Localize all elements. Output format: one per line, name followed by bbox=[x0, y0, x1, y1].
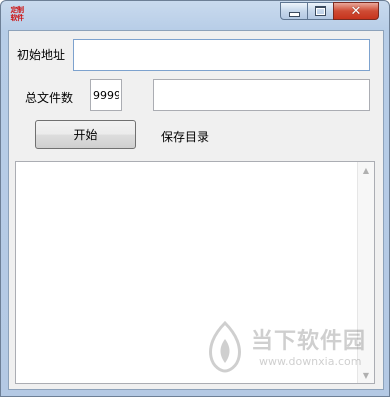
app-icon-text-bottom: 软件 bbox=[10, 14, 25, 22]
close-button[interactable]: ✕ bbox=[333, 2, 379, 20]
maximize-icon bbox=[315, 6, 326, 16]
total-files-label: 总文件数 bbox=[25, 91, 74, 105]
minimize-icon bbox=[288, 11, 300, 17]
maximize-button[interactable] bbox=[307, 2, 334, 20]
scroll-down-icon[interactable]: ▼ bbox=[358, 367, 374, 383]
start-address-input[interactable] bbox=[73, 39, 370, 71]
scroll-up-icon[interactable]: ▲ bbox=[358, 162, 374, 178]
title-bar[interactable]: 定制 软件 ✕ bbox=[1, 1, 389, 30]
output-textarea[interactable]: ▲ ▼ bbox=[15, 161, 375, 384]
dialog-client-area: 初始地址 总文件数 开始 保存目录 ▲ ▼ bbox=[8, 30, 384, 390]
vertical-scrollbar[interactable]: ▲ ▼ bbox=[357, 162, 374, 383]
start-address-label: 初始地址 bbox=[17, 48, 66, 62]
total-files-input[interactable] bbox=[90, 79, 122, 111]
app-icon[interactable]: 定制 软件 bbox=[8, 6, 26, 24]
app-window: 定制 软件 ✕ 初始地址 总文件数 开始 保存目录 ▲ ▼ bbox=[0, 0, 390, 397]
save-directory-label: 保存目录 bbox=[161, 130, 210, 144]
app-icon-text-top: 定制 bbox=[10, 6, 25, 14]
start-button[interactable]: 开始 bbox=[35, 120, 136, 149]
minimize-button[interactable] bbox=[280, 2, 308, 20]
save-directory-input[interactable] bbox=[153, 79, 370, 111]
close-icon: ✕ bbox=[350, 3, 362, 19]
